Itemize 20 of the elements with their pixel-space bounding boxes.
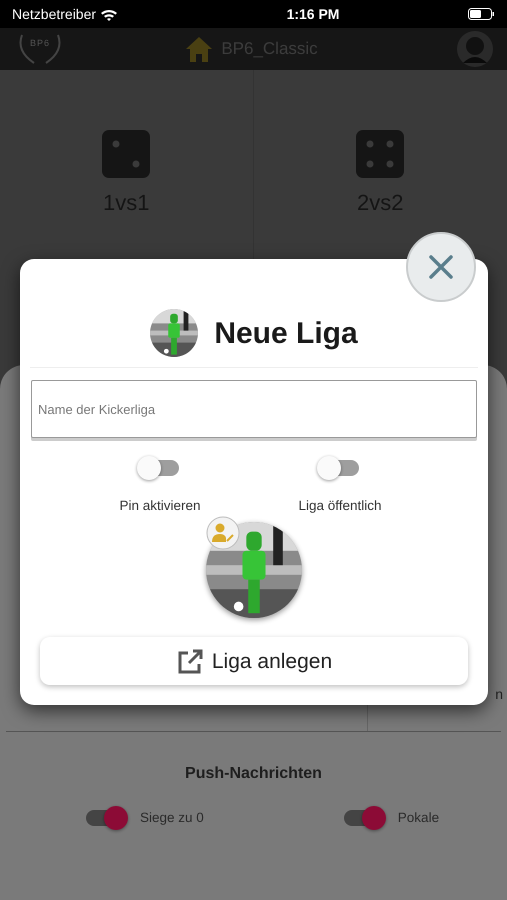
create-league-button[interactable]: Liga anlegen	[40, 637, 468, 686]
carrier-name: Netzbetreiber	[12, 4, 96, 24]
dice-icon	[356, 130, 404, 178]
battery-icon	[468, 8, 495, 20]
close-icon	[428, 254, 454, 280]
dialog-title: Neue Liga	[214, 316, 358, 352]
toggle-label: Siege zu 0	[140, 809, 204, 827]
home-icon	[185, 36, 214, 62]
clock-time: 1:16 PM	[286, 4, 340, 24]
toggle-label: Liga öffentlich	[298, 497, 382, 515]
toggle-label: Pokale	[398, 809, 440, 827]
name-input-field[interactable]: Name der Kickerliga	[31, 380, 477, 438]
dice-icon	[102, 130, 150, 178]
section-title: Push-Nachrichten	[185, 765, 322, 782]
external-link-icon	[176, 648, 204, 675]
avatar-icon	[457, 31, 493, 67]
logo-text: BP6	[28, 37, 51, 50]
toggle-label: Pin aktivieren	[119, 497, 201, 515]
edit-person-icon[interactable]	[206, 516, 240, 550]
partial-label: n	[495, 685, 503, 704]
